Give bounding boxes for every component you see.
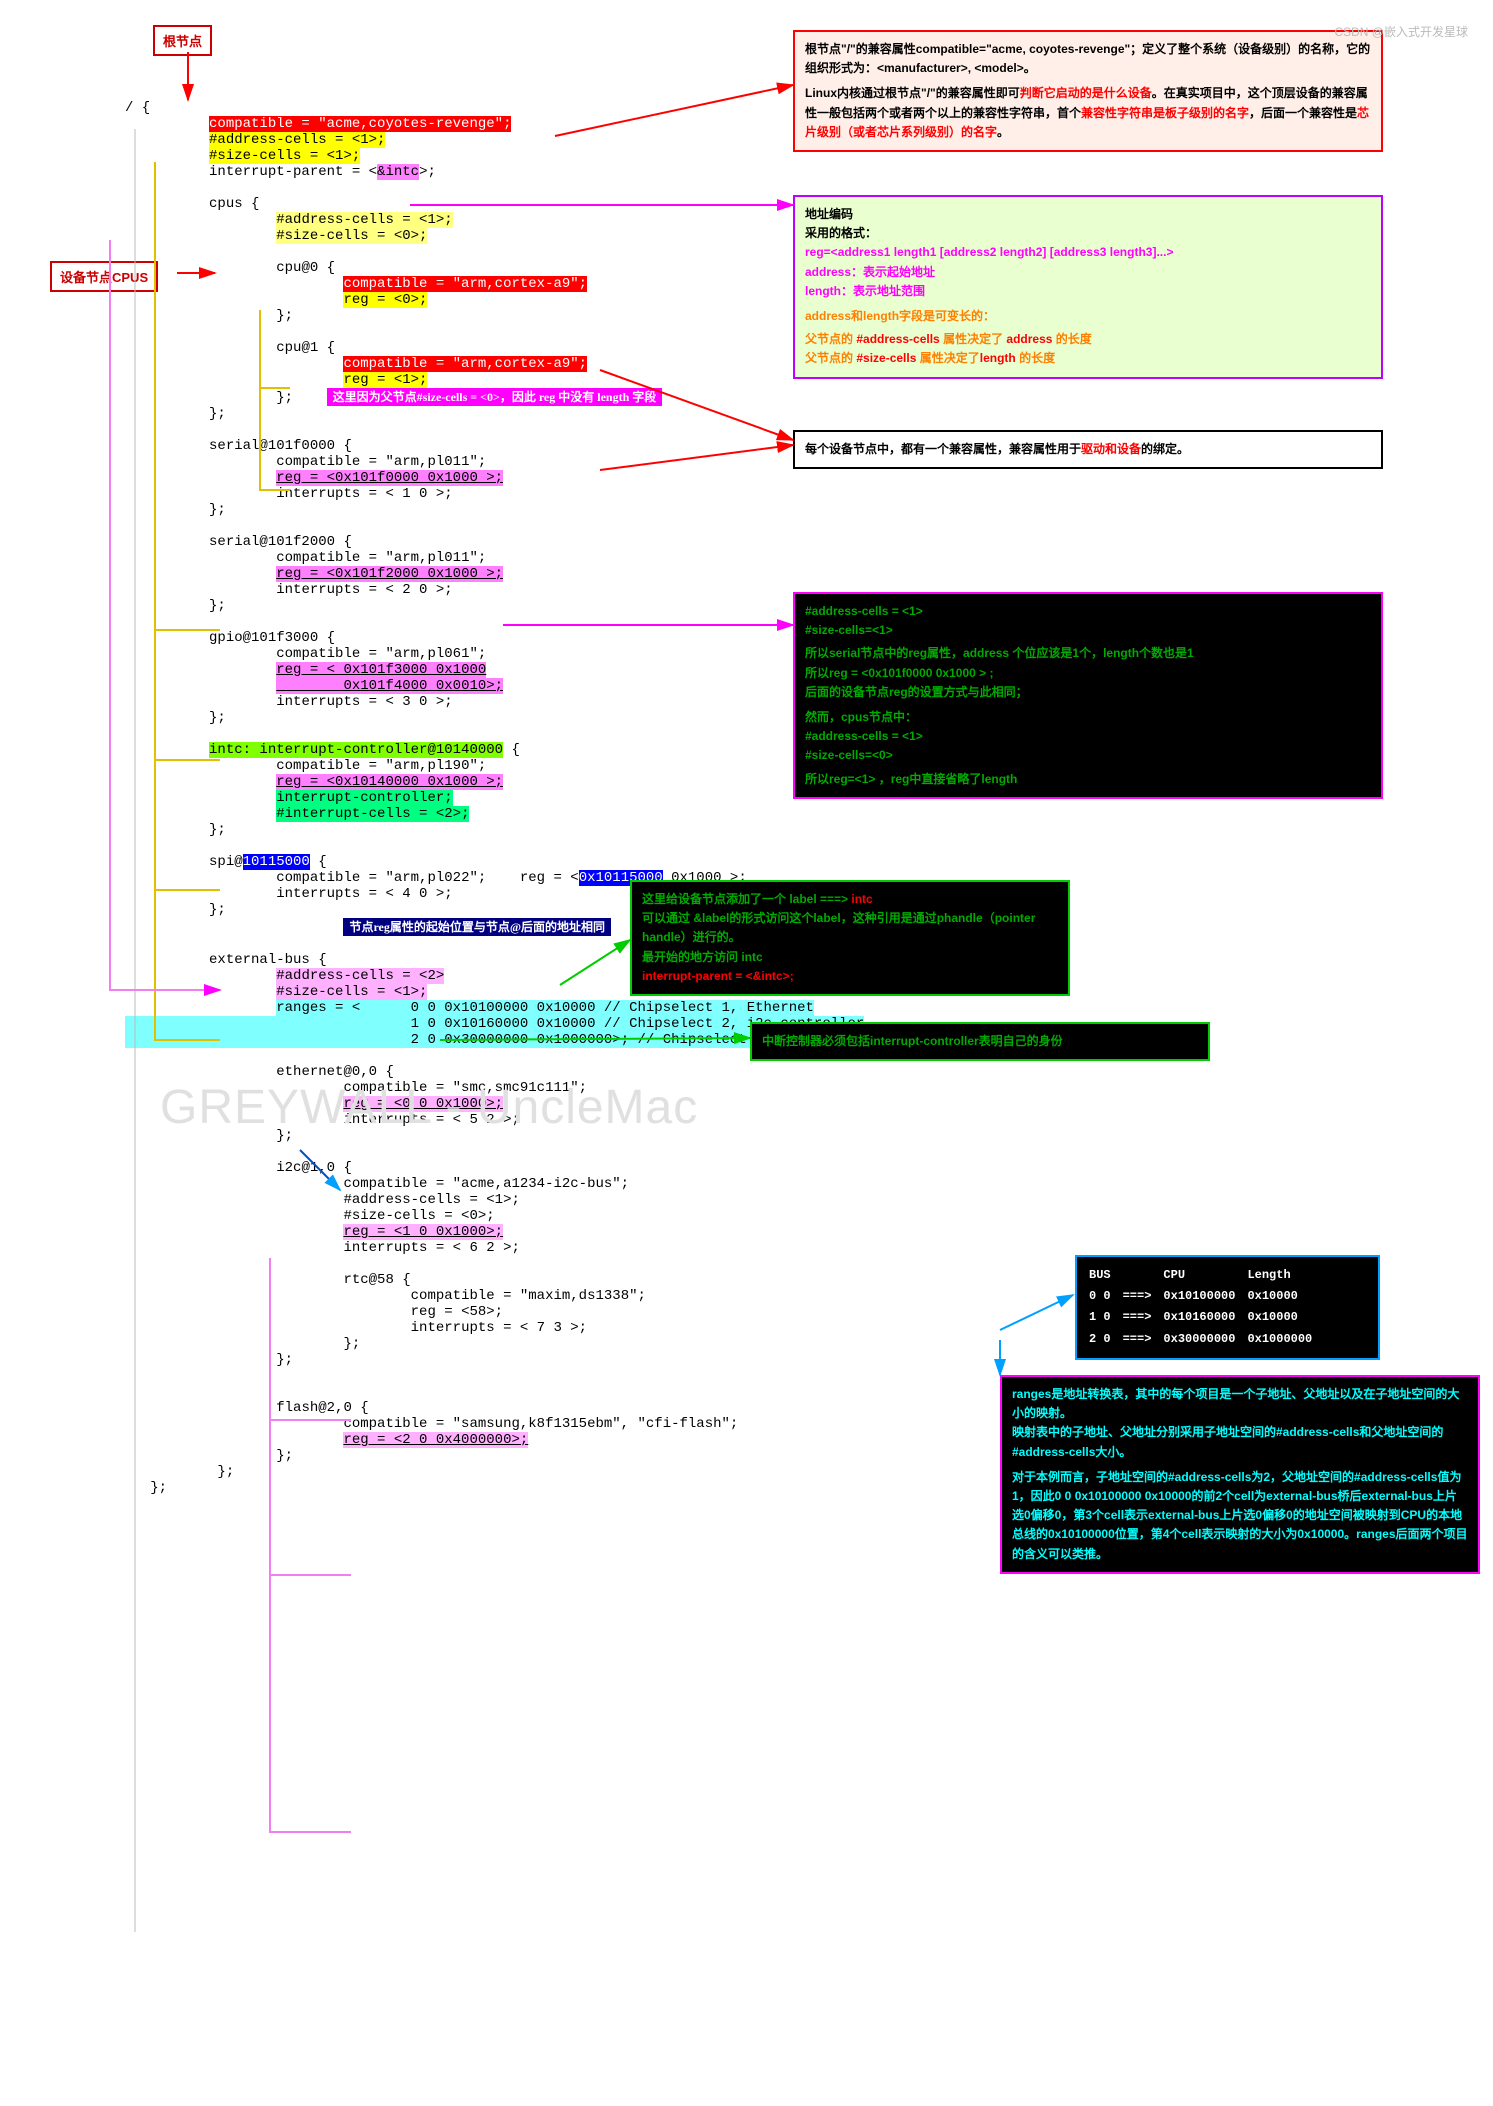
box-label-intc: 这里给设备节点添加了一个 label ===> intc 可以通过 &label… [630,880,1070,996]
code-tree: / { compatible = "acme,coyotes-revenge";… [125,100,864,1496]
box-cells-detail: #address-cells = <1> #size-cells=<1> 所以s… [793,592,1383,799]
footer-attribution: CSDN @嵌入式开发星球 [1334,23,1468,40]
box-root-compatible: 根节点"/"的兼容属性compatible="acme, coyotes-rev… [793,30,1383,152]
ranges-table: BUSCPULength 0 0===>0x101000000x10000 1 … [1087,1265,1322,1350]
box-ranges-table: BUSCPULength 0 0===>0x101000000x10000 1 … [1075,1255,1380,1360]
box-ranges-explain: ranges是地址转换表，其中的每个项目是一个子地址、父地址以及在子地址空间的大… [1000,1375,1480,1574]
box-interrupt-controller: 中断控制器必须包括interrupt-controller表明自己的身份 [750,1022,1210,1061]
watermark: GREYWALL - UncleMac [160,1080,698,1135]
box-compat-binding: 每个设备节点中，都有一个兼容属性，兼容属性用于驱动和设备的绑定。 [793,430,1383,469]
label-root-node: 根节点 [153,25,212,56]
box-address-encoding: 地址编码 采用的格式： reg=<address1 length1 [addre… [793,195,1383,379]
